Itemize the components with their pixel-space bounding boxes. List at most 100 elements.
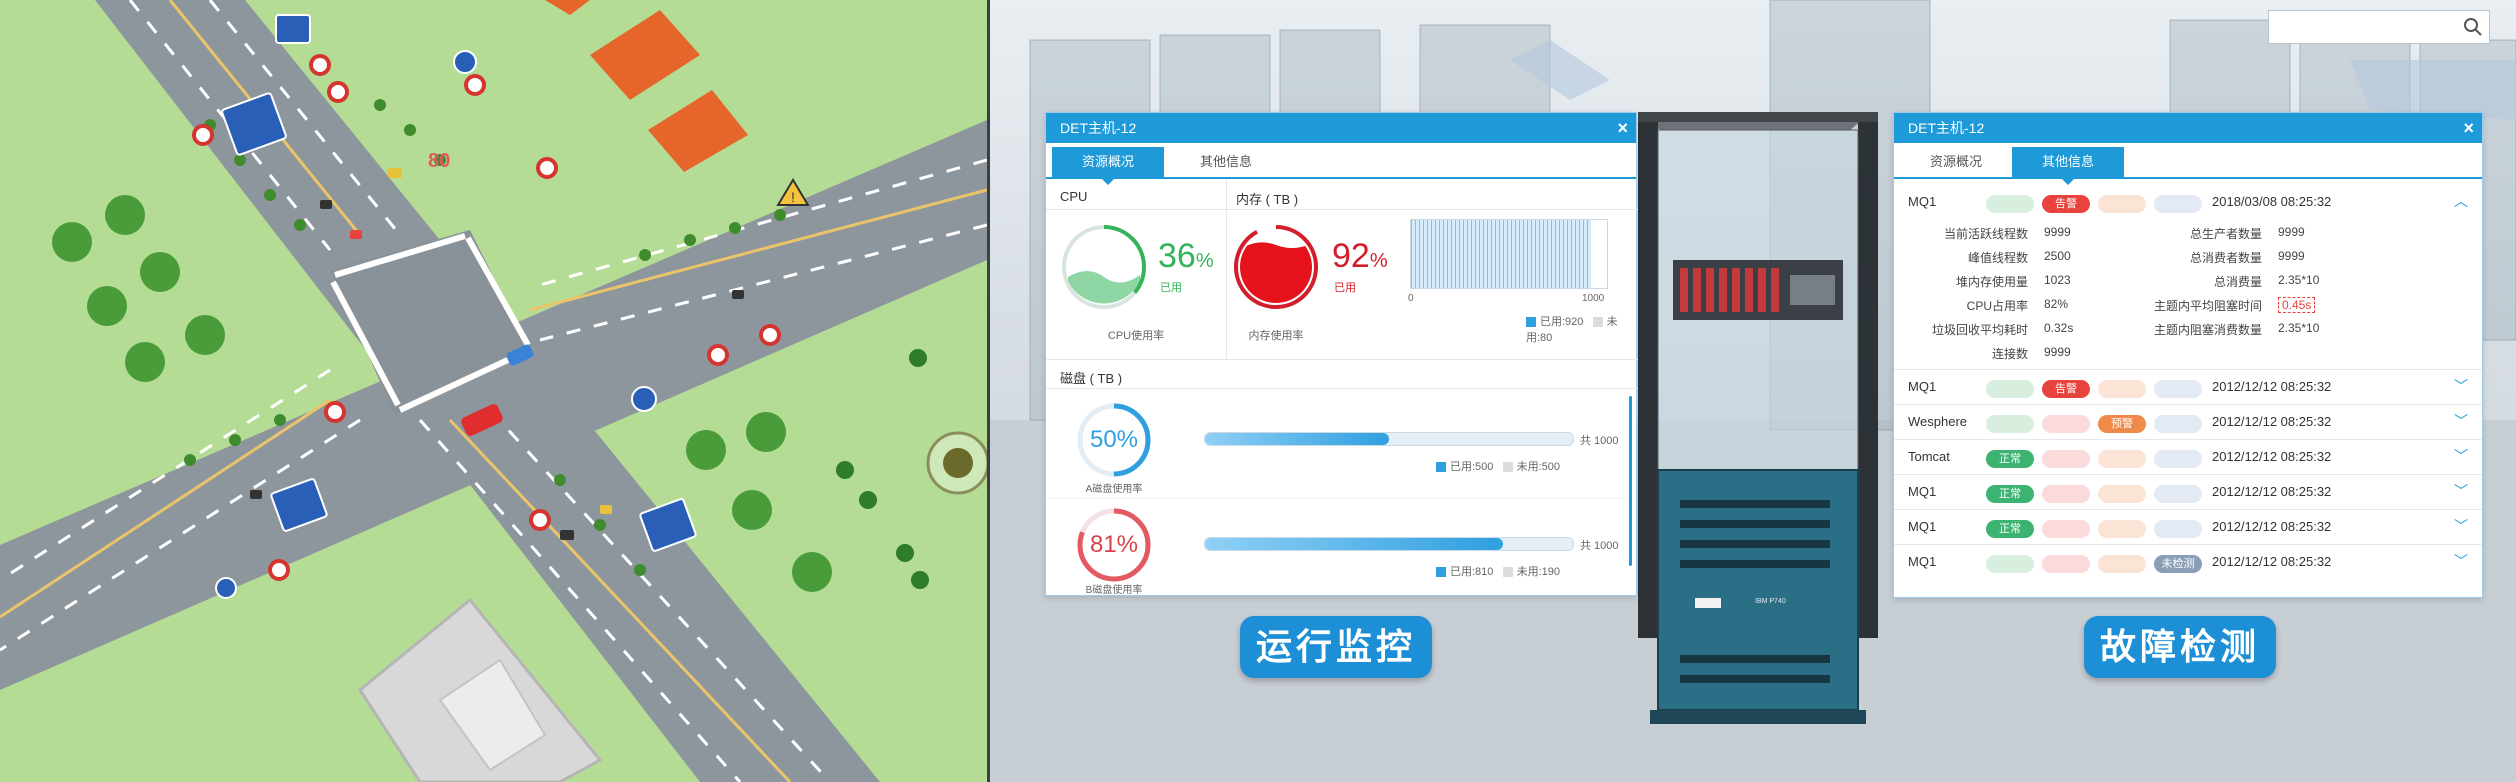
- row-date: 2012/12/12 08:25:32: [2212, 449, 2332, 464]
- detail-key: 总消费者数量: [2189, 251, 2262, 265]
- map-canvas: ! 80: [0, 0, 987, 782]
- detail-value: 9999: [2278, 249, 2305, 263]
- fault-row[interactable]: MQ1 正常 2012/12/12 08:25:32 ﹀: [1894, 474, 2482, 509]
- map-navigation-joystick[interactable]: [928, 433, 987, 493]
- fault-panel: DET主机-12 × 资源概况 其他信息 MQ1 告警 2018/03/08 0…: [1893, 112, 2483, 598]
- detail-key: 堆内存使用量: [1955, 275, 2028, 289]
- detail-key: 总消费量: [2213, 275, 2262, 289]
- status-slot: [2098, 485, 2146, 503]
- detail-value: 9999: [2044, 345, 2071, 359]
- warning-sign: !: [791, 189, 795, 205]
- close-icon[interactable]: ×: [2463, 113, 2474, 143]
- chevron-down-icon[interactable]: ﹀: [2454, 376, 2468, 396]
- disk-a-bar-track: [1204, 432, 1574, 446]
- row-name: MQ1: [1908, 194, 1937, 209]
- disk-section: 磁盘 ( TB ) 50% A磁盘使用率 共 1000 已用:500 未用:50…: [1046, 359, 1638, 596]
- chevron-down-icon[interactable]: ﹀: [2454, 516, 2468, 536]
- status-slot: [1986, 555, 2034, 573]
- detail-value: 0.32s: [2044, 321, 2074, 335]
- detail-value: 2.35*10: [2278, 273, 2320, 287]
- status-slot: [2154, 520, 2202, 538]
- tab-resource-overview[interactable]: 资源概况: [1052, 147, 1164, 185]
- memory-gauge: [1234, 225, 1318, 309]
- fault-panel-title: DET主机-12: [1908, 120, 1985, 136]
- tab-other-info[interactable]: 其他信息: [2012, 147, 2124, 185]
- memory-axis-min: 0: [1408, 293, 1414, 304]
- disk-scrollbar[interactable]: [1629, 396, 1632, 566]
- memory-percent-sign: %: [1369, 250, 1388, 272]
- server-rack[interactable]: [1648, 118, 1868, 718]
- row-date: 2012/12/12 08:25:32: [2212, 554, 2332, 569]
- status-slot: [2154, 380, 2202, 398]
- cpu-percent-value: 36: [1158, 237, 1196, 275]
- status-slot: [2042, 415, 2090, 433]
- legend-unused-swatch: [1592, 317, 1603, 328]
- detail-key: 总生产者数量: [2189, 227, 2262, 241]
- fault-detection-button[interactable]: 故障检测: [2084, 616, 2276, 678]
- disk-title: 磁盘 ( TB ): [1060, 371, 1123, 386]
- monitor-panel: DET主机-12 × 资源概况 其他信息 CPU 36% 已用 CPU使用率 内…: [1045, 112, 1638, 596]
- status-slot: [2154, 485, 2202, 503]
- detail-value: 2.35*10: [2278, 321, 2320, 335]
- fault-row[interactable]: Wesphere 预警 2012/12/12 08:25:32 ﹀: [1894, 404, 2482, 439]
- fault-row[interactable]: MQ1 告警 2012/12/12 08:25:32 ﹀: [1894, 369, 2482, 404]
- monitor-panel-title: DET主机-12: [1060, 120, 1137, 136]
- disk-b-bar-fill: [1205, 538, 1504, 550]
- status-slot: [2154, 415, 2202, 433]
- expanded-row-header[interactable]: MQ1 告警 2018/03/08 08:25:32 ︿: [1894, 185, 2482, 219]
- fault-panel-header: DET主机-12 ×: [1894, 113, 2482, 143]
- status-slot: [1986, 415, 2034, 433]
- row-name: Wesphere: [1908, 414, 1968, 429]
- fault-row[interactable]: Tomcat 正常 2012/12/12 08:25:32 ﹀: [1894, 439, 2482, 474]
- chevron-down-icon[interactable]: ﹀: [2454, 551, 2468, 571]
- cpu-used-label: 已用: [1160, 282, 1182, 294]
- status-slot: [2042, 485, 2090, 503]
- chevron-down-icon[interactable]: ﹀: [2454, 446, 2468, 466]
- row-date: 2018/03/08 08:25:32: [2212, 194, 2332, 209]
- traffic-map[interactable]: ! 80: [0, 0, 987, 782]
- memory-percent-value: 92: [1332, 237, 1370, 275]
- status-badge: 正常: [1986, 520, 2034, 538]
- expanded-row-detail: 当前活跃线程数 9999 峰值线程数 2500 堆内存使用量 1023 CPU占用率 82% 垃…: [1894, 219, 2482, 369]
- detail-value-alert: 0.45s: [2278, 297, 2316, 313]
- disk-b-bar-track: [1204, 537, 1574, 551]
- tab-other-info[interactable]: 其他信息: [1170, 147, 1282, 177]
- fault-row[interactable]: MQ1 未检测 2012/12/12 08:25:32 ﹀: [1894, 544, 2482, 579]
- close-icon[interactable]: ×: [1617, 113, 1628, 143]
- cpu-percent: 36%: [1158, 237, 1214, 276]
- monitor-button[interactable]: 运行监控: [1240, 616, 1432, 678]
- row-date: 2012/12/12 08:25:32: [2212, 414, 2332, 429]
- memory-percent: 92%: [1332, 237, 1388, 276]
- disk-b-caption: B磁盘使用率: [1085, 585, 1143, 596]
- detail-key: 垃圾回收平均耗时: [1931, 323, 2028, 337]
- row-date: 2012/12/12 08:25:32: [2212, 484, 2332, 499]
- chevron-down-icon[interactable]: ﹀: [2454, 481, 2468, 501]
- detail-value: 9999: [2278, 225, 2305, 239]
- tab-resource-overview[interactable]: 资源概况: [1900, 147, 2012, 177]
- cpu-gauge: [1062, 225, 1146, 309]
- memory-caption: 内存使用率: [1248, 330, 1304, 342]
- legend-used-swatch: [1436, 567, 1446, 578]
- search-input[interactable]: [2275, 11, 2459, 43]
- search-box[interactable]: [2268, 10, 2490, 44]
- detail-value: 1023: [2044, 273, 2071, 287]
- disk-a-caption: A磁盘使用率: [1085, 484, 1143, 495]
- chevron-up-icon[interactable]: ︿: [2454, 191, 2468, 211]
- fault-row[interactable]: MQ1 正常 2012/12/12 08:25:32 ﹀: [1894, 509, 2482, 544]
- disk-a-used: 已用:500: [1450, 461, 1494, 473]
- memory-title: 内存 ( TB ): [1236, 192, 1299, 207]
- disk-a-bar-fill: [1205, 433, 1389, 445]
- monitor-panel-tabs: 资源概况 其他信息: [1046, 143, 1636, 185]
- chevron-down-icon[interactable]: ﹀: [2454, 411, 2468, 431]
- legend-used-swatch: [1526, 317, 1536, 328]
- row-name: MQ1: [1908, 554, 1937, 569]
- detail-value: 82%: [2044, 297, 2069, 311]
- detail-key: 当前活跃线程数: [1943, 227, 2028, 241]
- memory-bar-fill: [1411, 220, 1592, 288]
- legend-used-swatch: [1436, 462, 1446, 473]
- speed-sign: 80: [428, 150, 450, 172]
- search-icon[interactable]: [2463, 17, 2483, 37]
- status-badge: 正常: [1986, 450, 2034, 468]
- status-slot: [1986, 380, 2034, 398]
- disk-a-unused: 未用:500: [1516, 461, 1561, 473]
